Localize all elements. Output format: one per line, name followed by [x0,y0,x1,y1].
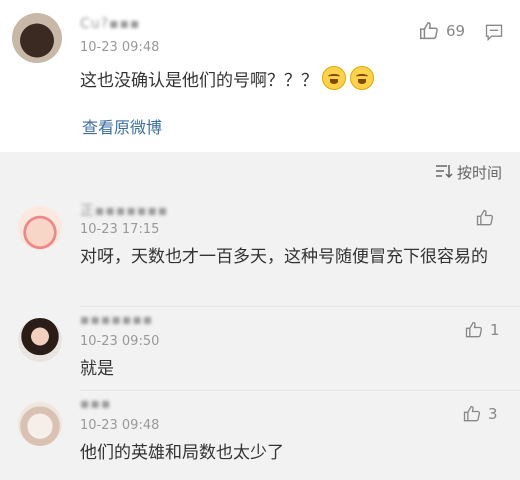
avatar[interactable] [18,318,62,362]
avatar[interactable] [18,402,62,446]
comment-like-button[interactable] [475,208,495,228]
avatar[interactable] [12,13,62,63]
sort-icon [435,163,453,183]
sort-label: 按时间 [456,164,502,182]
comment-username[interactable]: ▪▪▪ [80,396,111,412]
comment-text: 对呀，天数也才一百多天，这种号随便冒充下很容易的 [80,247,488,267]
comment-icon[interactable] [484,22,504,46]
post-text-content: 这也没确认是他们的号啊？？？ [80,71,318,91]
comment-list: 正▪▪▪▪▪▪▪ 10-23 17:15 对呀，天数也才一百多天，这种号随便冒充… [0,192,520,480]
main-post: Cu?▪▪▪ 10-23 09:48 69 这也没确认是他们的号啊？？？ 查看原… [0,0,520,152]
view-original-link[interactable]: 查看原微博 [82,114,162,138]
post-text: 这也没确认是他们的号啊？？？ [80,66,374,96]
divider [80,390,520,391]
sort-by-time-button[interactable]: 按时间 [435,162,502,183]
comment-username[interactable]: ▪▪▪▪▪▪▪ [80,312,153,328]
post-like-button[interactable]: 69 [418,20,465,42]
post-username[interactable]: Cu?▪▪▪ [80,16,141,32]
comment-text: 就是 [80,359,114,379]
laugh-cry-emoji [350,66,374,90]
post-like-count: 69 [446,22,466,40]
avatar[interactable] [18,206,62,250]
comment-username[interactable]: 正▪▪▪▪▪▪▪ [80,200,168,220]
comment-like-button[interactable]: 1 [464,320,500,340]
laugh-cry-emoji [322,66,346,90]
sort-bar: 按时间 [0,152,520,192]
comment-item: 正▪▪▪▪▪▪▪ 10-23 17:15 对呀，天数也才一百多天，这种号随便冒充… [0,192,520,302]
divider [80,306,520,307]
thumbs-up-icon [418,20,440,42]
thumbs-up-icon [464,320,484,340]
comment-timestamp: 10-23 09:48 [80,418,160,433]
post-timestamp: 10-23 09:48 [80,40,160,55]
thumbs-up-icon [475,208,495,228]
comment-timestamp: 10-23 09:50 [80,334,160,349]
comment-text: 他们的英雄和局数也太少了 [80,443,284,463]
comment-timestamp: 10-23 17:15 [80,222,160,237]
comment-item: ▪▪▪ 10-23 09:48 3 他们的英雄和局数也太少了 [0,394,520,480]
comment-like-count: 3 [488,405,498,423]
comment-like-button[interactable]: 3 [462,404,498,424]
thumbs-up-icon [462,404,482,424]
comment-item: ▪▪▪▪▪▪▪ 10-23 09:50 1 就是 [0,310,520,388]
comment-like-count: 1 [490,321,500,339]
